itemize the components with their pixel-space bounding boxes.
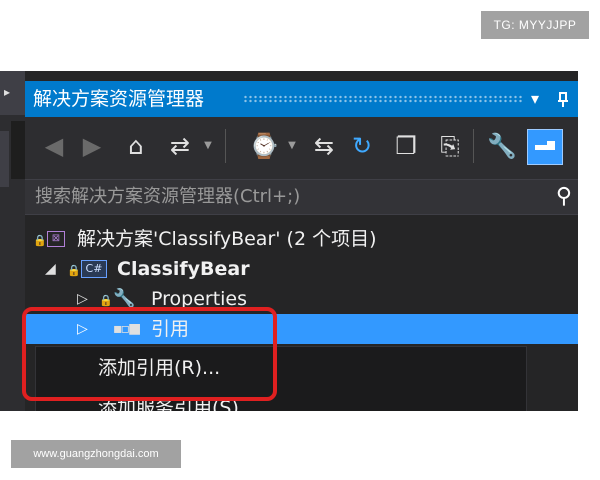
project-label: ClassifyBear [117, 258, 250, 280]
pin-icon[interactable] [555, 81, 571, 117]
lock-icon: 🔒 [33, 234, 47, 247]
sync-icon[interactable]: ⇄ [165, 131, 195, 161]
solution-label: 解决方案'ClassifyBear' (2 个项目) [77, 228, 377, 250]
solution-icon: ⊠ [47, 231, 65, 247]
tree-row-project[interactable]: ◢ 🔒 C# ClassifyBear [25, 254, 578, 284]
history-icon[interactable]: ⌚ [249, 131, 279, 161]
properties-wrench-icon[interactable]: 🔧 [487, 131, 517, 161]
panel-toolbar: ◀ ▶ ⌂ ⇄ ▼ ⌚ ▼ ⇆ ↻ ❐ ⎘ 🔧 [25, 117, 578, 179]
left-dock-tab[interactable] [0, 131, 9, 187]
refresh-icon[interactable]: ↻ [347, 131, 377, 161]
title-grip[interactable] [243, 95, 523, 103]
left-dock-arrow-icon[interactable]: ▸ [4, 85, 10, 99]
watermark-top: TG: MYYJJPP [481, 11, 589, 39]
toolbar-separator [225, 129, 226, 163]
toolbar-separator [473, 129, 474, 163]
search-box[interactable]: 搜索解决方案资源管理器(Ctrl+;) ⚲ [25, 179, 578, 215]
preview-icon[interactable] [527, 129, 563, 165]
panel-title: 解决方案资源管理器 [33, 88, 205, 110]
watermark-bottom: www.guangzhongdai.com [11, 440, 181, 468]
sync-dropdown-icon[interactable]: ▼ [201, 131, 215, 161]
highlight-box [22, 307, 277, 401]
window-position-dropdown-icon[interactable]: ▾ [531, 81, 539, 117]
show-all-files-icon[interactable]: ⎘ [435, 131, 465, 161]
search-input[interactable]: 搜索解决方案资源管理器(Ctrl+;) [35, 180, 300, 214]
lock-icon: 🔒 [67, 264, 81, 277]
switch-view-icon[interactable]: ⇆ [309, 131, 339, 161]
back-icon[interactable]: ◀ [39, 131, 69, 161]
collapse-all-icon[interactable]: ❐ [391, 131, 421, 161]
left-dock-panel [11, 121, 25, 179]
search-icon[interactable]: ⚲ [556, 182, 572, 212]
home-icon[interactable]: ⌂ [121, 131, 151, 161]
csharp-project-icon: C# [81, 260, 107, 278]
screenshot: ▸ 解决方案资源管理器 ▾ ◀ ▶ ⌂ ⇄ ▼ ⌚ ▼ ⇆ ↻ ❐ ⎘ 🔧 搜索… [0, 71, 600, 411]
forward-icon[interactable]: ▶ [77, 131, 107, 161]
panel-title-bar[interactable]: 解决方案资源管理器 ▾ [25, 81, 578, 117]
right-margin [578, 71, 600, 411]
expanded-arrow-icon[interactable]: ◢ [45, 254, 56, 284]
tree-row-solution[interactable]: 🔒 ⊠ 解决方案'ClassifyBear' (2 个项目) [25, 224, 578, 254]
history-dropdown-icon[interactable]: ▼ [285, 131, 299, 161]
